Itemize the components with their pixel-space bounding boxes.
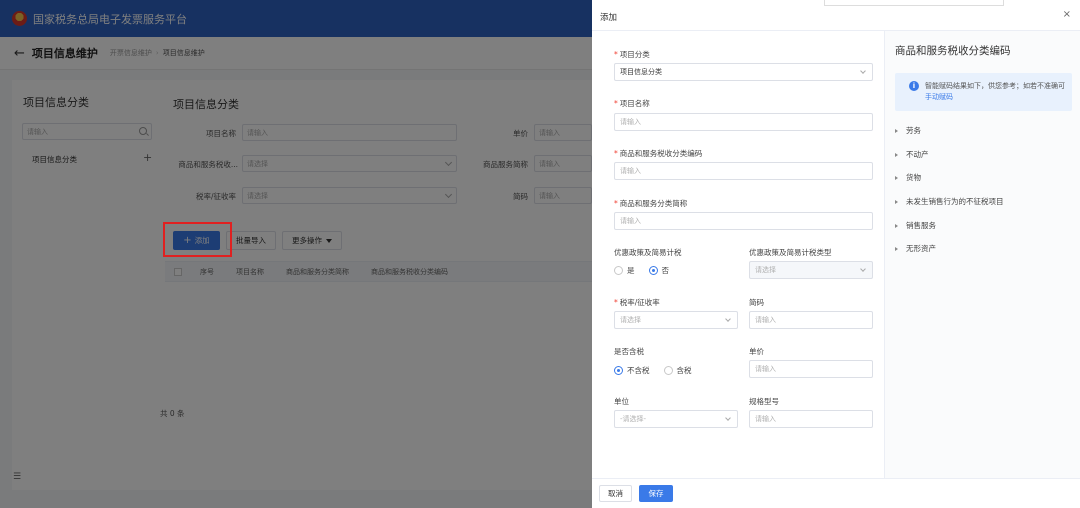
label-text: 商品和服务分类简称 — [619, 199, 688, 208]
tax-rate-select[interactable]: 请选择 — [614, 311, 738, 329]
radio-tax-excluded[interactable] — [614, 366, 623, 375]
chevron-down-icon — [860, 68, 866, 74]
category-label: 销售服务 — [906, 221, 936, 230]
caret-right-icon — [895, 199, 898, 204]
field-label-preferential: 优惠政策及简易计税 — [614, 248, 682, 257]
short-code-input[interactable]: 请输入 — [749, 311, 873, 329]
field-label-short-name: * 商品和服务分类简称 — [614, 198, 687, 209]
field-label-tax-code: * 商品和服务税收分类编码 — [614, 148, 702, 159]
category-label: 货物 — [906, 173, 921, 182]
tooltip-popover — [824, 0, 1004, 6]
required-mark: * — [614, 50, 618, 59]
category-select[interactable]: 项目信息分类 — [614, 63, 873, 81]
unit-price-input[interactable]: 请输入 — [749, 360, 873, 378]
tax-included-radio-group: 不含税 含税 — [614, 365, 706, 376]
placeholder: 请输入 — [755, 365, 776, 373]
label-text: 项目分类 — [619, 50, 650, 59]
radio-yes[interactable] — [614, 266, 623, 275]
caret-right-icon — [895, 175, 898, 180]
category-tree-item[interactable]: 无形资产 — [895, 243, 936, 254]
placeholder: 请输入 — [620, 118, 641, 126]
unit-select[interactable]: -请选择- — [614, 410, 738, 428]
field-label-spec: 规格型号 — [749, 397, 779, 406]
placeholder: 请输入 — [620, 167, 641, 175]
category-tree-item[interactable]: 劳务 — [895, 125, 921, 136]
selected-value: 项目信息分类 — [620, 68, 662, 76]
placeholder: 请输入 — [755, 316, 776, 324]
placeholder: 请选择 — [620, 316, 641, 324]
field-label-tax-rate: * 税率/征收率 — [614, 297, 660, 308]
label-text: 税率/征收率 — [619, 298, 660, 307]
preferential-radio-group: 是 否 — [614, 265, 683, 276]
required-mark: * — [614, 149, 618, 158]
save-button[interactable]: 保存 — [639, 485, 673, 502]
item-name-input[interactable]: 请输入 — [614, 113, 873, 131]
category-tree-item[interactable]: 不动产 — [895, 149, 929, 160]
spec-input[interactable]: 请输入 — [749, 410, 873, 428]
caret-right-icon — [895, 223, 898, 228]
category-label: 劳务 — [906, 126, 921, 135]
caret-right-icon — [895, 246, 898, 251]
field-label-short-code: 简码 — [749, 298, 764, 307]
chevron-down-icon — [860, 266, 866, 272]
info-icon: i — [909, 81, 919, 91]
field-label-unit: 单位 — [614, 397, 629, 406]
radio-label[interactable]: 不含税 — [627, 365, 650, 376]
chevron-down-icon — [725, 415, 731, 421]
required-mark: * — [614, 298, 618, 307]
placeholder: 请输入 — [620, 217, 641, 225]
category-label: 无形资产 — [906, 244, 936, 253]
category-label: 不动产 — [906, 150, 929, 159]
placeholder: 请输入 — [755, 415, 776, 423]
tax-code-suggestion-panel: 商品和服务税收分类编码 i 智能赋码结果如下，供您参考；如若不准确可 手动赋码 … — [884, 31, 1080, 478]
category-tree-item[interactable]: 货物 — [895, 172, 921, 183]
category-tree-item[interactable]: 销售服务 — [895, 220, 936, 231]
smart-coding-info-box: i 智能赋码结果如下，供您参考；如若不准确可 手动赋码 — [895, 73, 1072, 111]
drawer-title: 添加 — [600, 13, 618, 23]
close-icon[interactable]: × — [1063, 9, 1071, 20]
radio-no[interactable] — [648, 266, 658, 275]
radio-label[interactable]: 否 — [662, 265, 670, 276]
drawer-footer: 取消 保存 — [592, 478, 1080, 508]
category-tree-item[interactable]: 未发生销售行为的不征税项目 — [895, 196, 1004, 207]
cancel-button[interactable]: 取消 — [599, 485, 632, 502]
tax-code-input[interactable]: 请输入 — [614, 162, 873, 180]
required-mark: * — [614, 199, 618, 208]
field-label-preferential-type: 优惠政策及简易计税类型 — [749, 248, 832, 257]
required-mark: * — [614, 99, 618, 108]
preferential-type-select[interactable]: 请选择 — [749, 261, 873, 279]
radio-label[interactable]: 含税 — [677, 365, 692, 376]
field-label-category: * 项目分类 — [614, 49, 650, 60]
add-item-drawer: 添加 × * 项目分类 项目信息分类 * 项目名称 请输入 * 商品和服务税收分类编码… — [592, 0, 1080, 508]
suggestion-panel-title: 商品和服务税收分类编码 — [895, 45, 1011, 57]
manual-coding-link[interactable]: 手动赋码 — [925, 93, 953, 101]
placeholder: -请选择- — [620, 415, 647, 423]
caret-right-icon — [895, 128, 898, 133]
info-message: 智能赋码结果如下，供您参考；如若不准确可 — [925, 82, 1065, 90]
short-name-input[interactable]: 请输入 — [614, 212, 873, 230]
highlight-annotation-box — [163, 222, 232, 257]
field-label-name: * 项目名称 — [614, 98, 650, 109]
label-text: 项目名称 — [619, 99, 650, 108]
radio-tax-included[interactable] — [663, 366, 673, 375]
cancel-label: 取消 — [608, 489, 623, 498]
caret-right-icon — [895, 152, 898, 157]
category-label: 未发生销售行为的不征税项目 — [906, 197, 1004, 206]
radio-label[interactable]: 是 — [627, 265, 635, 276]
modal-overlay[interactable] — [0, 0, 592, 508]
save-label: 保存 — [648, 489, 664, 498]
placeholder: 请选择 — [755, 266, 776, 274]
field-label-tax-included: 是否含税 — [614, 347, 644, 356]
field-label-unit-price: 单价 — [749, 347, 764, 356]
item-form: * 项目分类 项目信息分类 * 项目名称 请输入 * 商品和服务税收分类编码 请输入 … — [592, 31, 884, 478]
info-text: 智能赋码结果如下，供您参考；如若不准确可 手动赋码 — [925, 81, 1065, 103]
chevron-down-icon — [725, 316, 731, 322]
label-text: 商品和服务税收分类编码 — [619, 149, 703, 158]
